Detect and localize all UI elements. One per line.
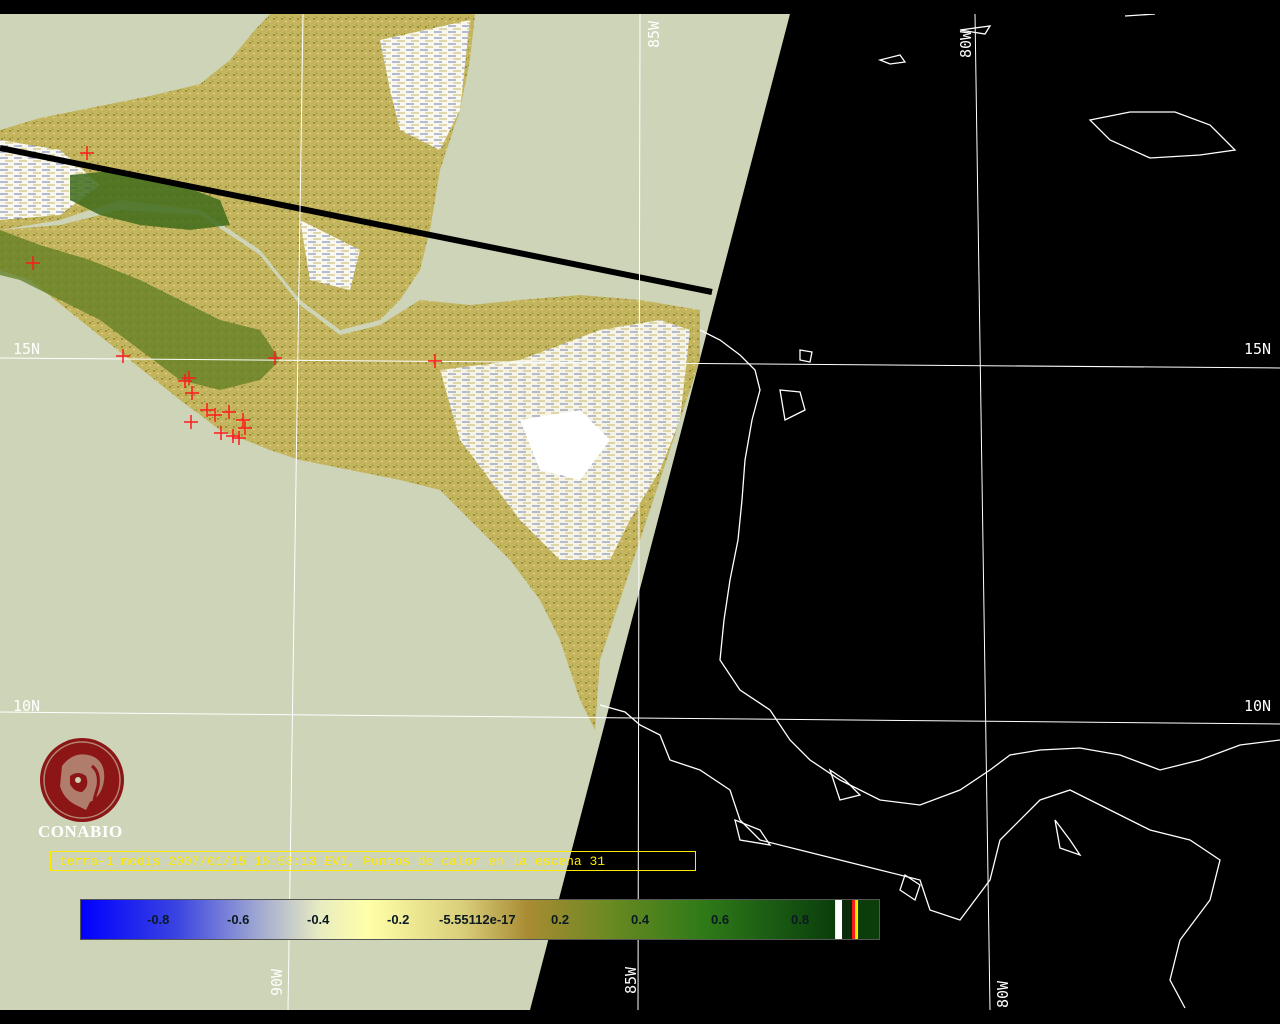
lat-label-10n-left: 10N [13,697,41,715]
scale-tick: -0.8 [147,912,170,927]
scale-tick: -0.4 [307,912,330,927]
scale-tick: 0.6 [711,912,730,927]
scale-tick: 0.4 [631,912,650,927]
bottom-frame-bar [0,1010,1280,1024]
scale-tick: -0.2 [387,912,410,927]
scale-red-band [852,900,856,939]
lon-label-80w-top: 80W [957,30,975,58]
lon-label-80w-bottom: 80W [994,980,1012,1008]
scale-tick: 0.8 [791,912,810,927]
top-frame-bar [0,0,1280,14]
lat-label-15n-right: 15N [1244,340,1272,358]
lat-label-10n-right: 10N [1244,697,1272,715]
scale-tick: -5.55112e-17 [439,912,516,927]
lon-label-85w-bottom: 85W [622,966,640,994]
organization-name: CONABIO [38,822,123,841]
lat-label-15n-left: 15N [13,340,41,358]
scale-yellow-band [855,900,859,939]
scale-tick: -0.6 [227,912,250,927]
lon-label-90w-bottom: 90W [268,968,286,996]
scale-black-band [842,900,853,939]
evi-color-scale: -0.8 -0.6 -0.4 -0.2 -5.55112e-17 0.2 0.4… [80,899,880,940]
scale-white-band [835,900,843,939]
lon-label-85w-top: 85W [645,20,663,48]
scale-tick: 0.2 [551,912,570,927]
scene-caption: terra-1 modis 2007/01/15 16:53:13 EVI, P… [50,851,696,871]
